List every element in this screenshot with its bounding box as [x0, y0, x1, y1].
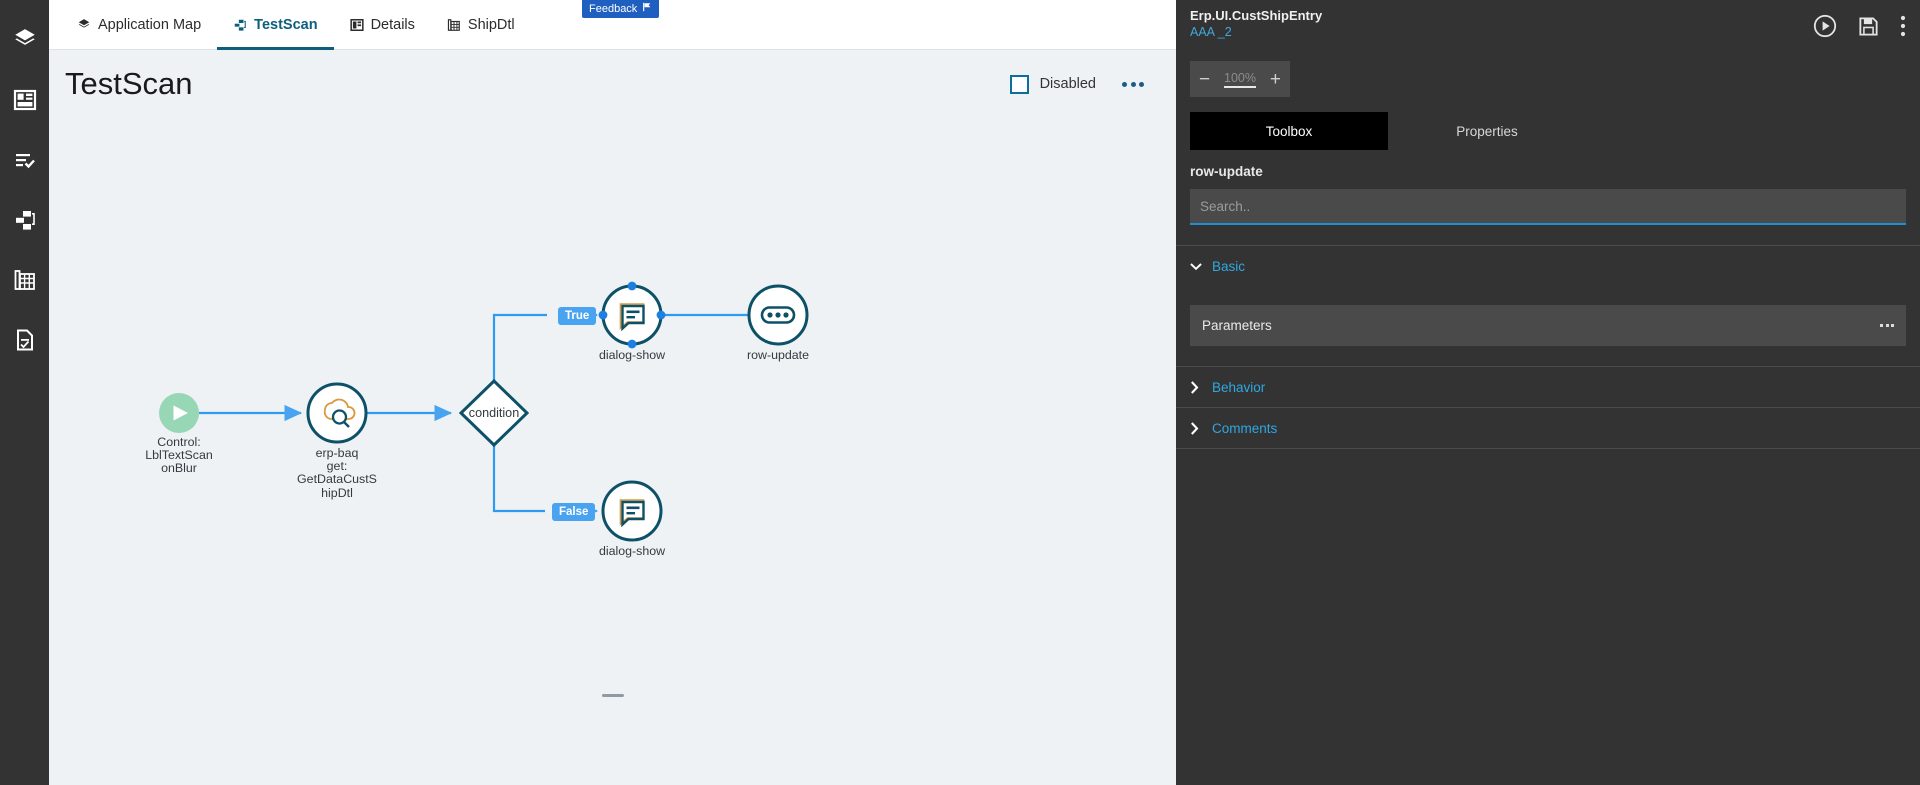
save-icon[interactable] [1857, 15, 1880, 38]
tab-label: TestScan [254, 16, 318, 33]
branch-label-false: False [552, 503, 596, 521]
section-basic[interactable]: Basic [1176, 246, 1920, 287]
section-basic-body: Parameters [1176, 305, 1920, 367]
tab-label: Application Map [98, 16, 202, 33]
document-icon [13, 328, 37, 352]
panel-subtitle[interactable]: AAA _2 [1190, 25, 1322, 39]
section-behavior-label: Behavior [1212, 379, 1266, 395]
node-label-condition: condition [468, 406, 520, 420]
right-panel-header: Erp.UI.CustShipEntry AAA _2 [1176, 0, 1920, 50]
panel-body: row-update Basic Parameters [1176, 150, 1920, 785]
zoom-control: − 100% + [1190, 61, 1290, 97]
right-panel-actions [1813, 8, 1906, 38]
tab-toolbox[interactable]: Toolbox [1190, 112, 1388, 150]
right-panel: Erp.UI.CustShipEntry AAA _2 − 100% + Too… [1176, 0, 1920, 785]
parameters-label: Parameters [1202, 318, 1272, 333]
section-basic-label: Basic [1212, 259, 1246, 274]
zoom-out-button[interactable]: − [1199, 70, 1210, 89]
chevron-right-icon [1190, 380, 1202, 394]
layout-icon [349, 18, 364, 32]
tab-details[interactable]: Details [334, 0, 431, 49]
tab-shipdtl[interactable]: ShipDtl [431, 0, 531, 49]
kebab-menu-icon[interactable] [1900, 15, 1906, 37]
sidebar-item-flow[interactable] [0, 190, 49, 250]
tab-application-map[interactable]: Application Map [61, 0, 217, 49]
right-panel-titles: Erp.UI.CustShipEntry AAA _2 [1190, 8, 1322, 39]
disabled-label: Disabled [1039, 76, 1096, 92]
panel-tabs: Toolbox Properties [1190, 112, 1920, 150]
sidebar-item-application-map[interactable] [0, 10, 49, 70]
tab-toolbox-label: Toolbox [1265, 123, 1313, 139]
row-menu-icon[interactable] [1880, 324, 1894, 327]
checklist-icon [13, 148, 37, 172]
feedback-tab[interactable]: Feedback [582, 0, 660, 18]
more-options-button[interactable] [1118, 76, 1148, 93]
flow-graph [159, 281, 809, 542]
parameters-row[interactable]: Parameters [1190, 305, 1906, 346]
zoom-in-button[interactable]: + [1270, 70, 1281, 89]
layout-icon [13, 88, 37, 112]
search-box[interactable] [1190, 189, 1906, 225]
tab-label: ShipDtl [467, 16, 515, 33]
page-title: TestScan [65, 66, 193, 101]
sidebar-item-layout[interactable] [0, 70, 49, 130]
grid-icon [13, 268, 37, 292]
flow-canvas[interactable]: condition True False Control: LblTextSca… [49, 118, 1176, 700]
section-comments[interactable]: Comments [1176, 408, 1920, 449]
page-header: TestScan Disabled [49, 50, 1176, 118]
sidebar-item-document[interactable] [0, 310, 49, 370]
search-input[interactable] [1200, 198, 1896, 214]
tab-label: Details [370, 16, 415, 33]
grid-icon [447, 18, 461, 32]
page-header-actions: Disabled [1009, 74, 1148, 94]
panel-title: Erp.UI.CustShipEntry [1190, 8, 1323, 23]
sidebar-item-events[interactable] [0, 130, 49, 190]
workflow-icon [233, 18, 247, 32]
canvas-scroll-handle[interactable] [601, 694, 624, 697]
zoom-value: 100% [1224, 71, 1256, 88]
layers-icon [12, 27, 38, 53]
chevron-down-icon [1190, 262, 1202, 271]
branch-label-true: True [558, 307, 597, 325]
run-icon[interactable] [1813, 14, 1837, 38]
tab-properties-label: Properties [1456, 123, 1518, 139]
sidebar-item-grid[interactable] [0, 250, 49, 310]
main-region: Application Map TestScan Details ShipDtl [49, 0, 1176, 785]
disabled-checkbox[interactable]: Disabled [1009, 74, 1096, 94]
flag-icon [642, 2, 652, 15]
workflow-icon [13, 208, 37, 232]
selected-node-name: row-update [1190, 164, 1263, 179]
section-comments-label: Comments [1212, 420, 1278, 436]
checkbox-box [1009, 74, 1029, 94]
left-icon-rail [0, 0, 49, 785]
chevron-right-icon [1190, 421, 1202, 435]
app-root: Application Map TestScan Details ShipDtl [0, 0, 1920, 785]
tab-testscan[interactable]: TestScan [217, 0, 334, 50]
tab-properties[interactable]: Properties [1388, 112, 1586, 150]
feedback-label: Feedback [589, 2, 638, 15]
layers-icon [77, 18, 91, 32]
section-behavior[interactable]: Behavior [1176, 367, 1920, 408]
